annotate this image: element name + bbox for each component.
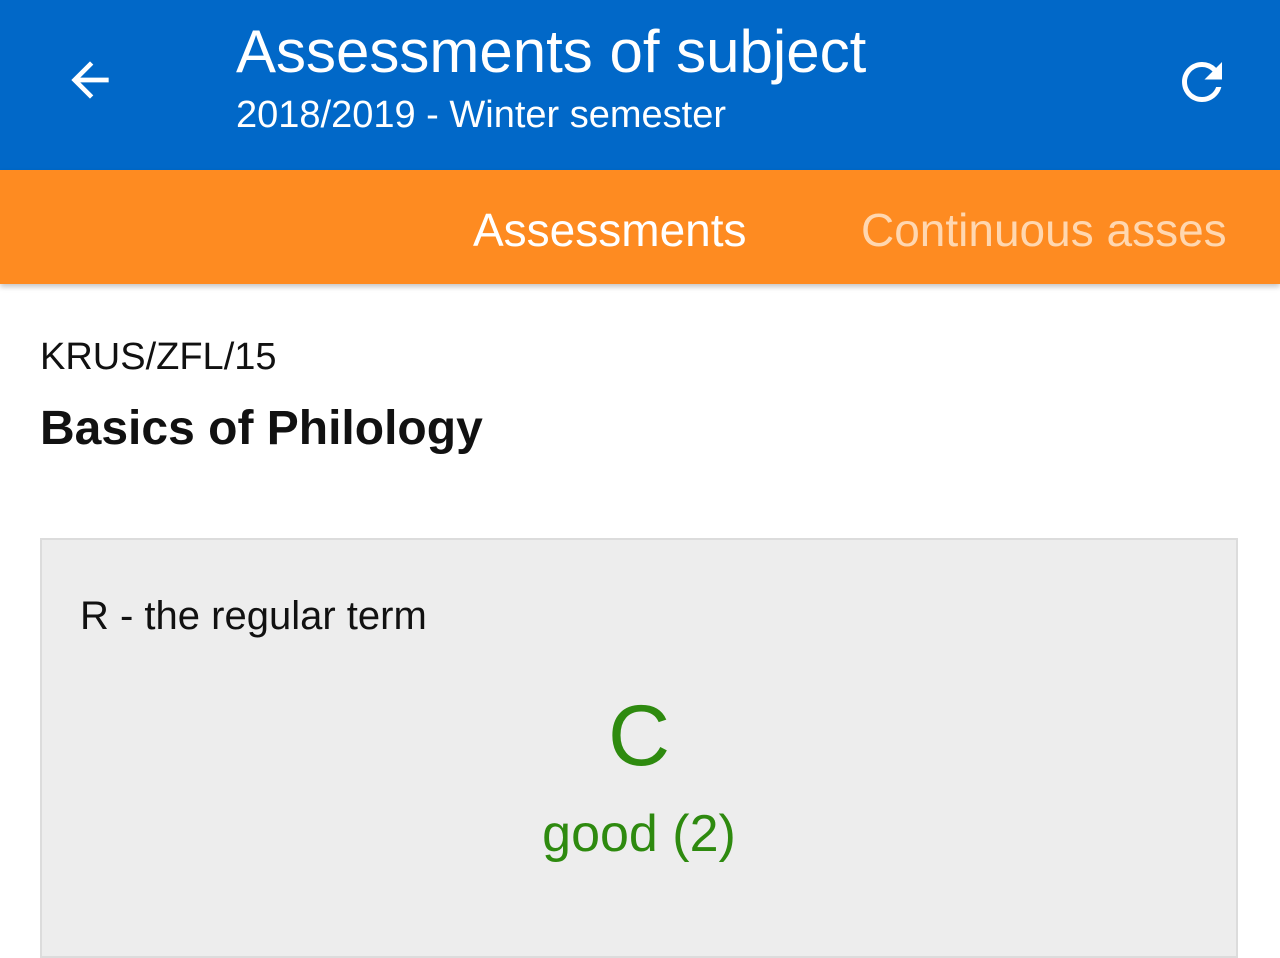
page-title: Assessments of subject — [236, 18, 867, 85]
term-label: R - the regular term — [80, 594, 427, 638]
tab-assessments[interactable]: Assessments — [473, 170, 747, 284]
grade-letter: C — [607, 688, 671, 784]
refresh-icon — [1182, 62, 1222, 102]
title-block: Assessments of subject 2018/2019 - Winte… — [236, 14, 866, 138]
page-subtitle: 2018/2019 - Winter semester — [236, 94, 727, 136]
app-bar: Assessments of subject 2018/2019 - Winte… — [0, 0, 1280, 170]
refresh-button[interactable] — [1160, 40, 1244, 124]
subject-name: Basics of Philology — [40, 402, 483, 455]
subject-code: KRUS/ZFL/15 — [40, 336, 277, 378]
back-button[interactable] — [50, 40, 130, 120]
arrow-left-icon — [71, 61, 109, 99]
assessment-card[interactable]: R - the regular term C good (2) — [40, 538, 1238, 958]
grade-description: good (2) — [542, 805, 736, 863]
tab-bar: Assessments Continuous asses — [0, 170, 1280, 284]
tab-continuous-assessments[interactable]: Continuous asses — [861, 170, 1227, 284]
